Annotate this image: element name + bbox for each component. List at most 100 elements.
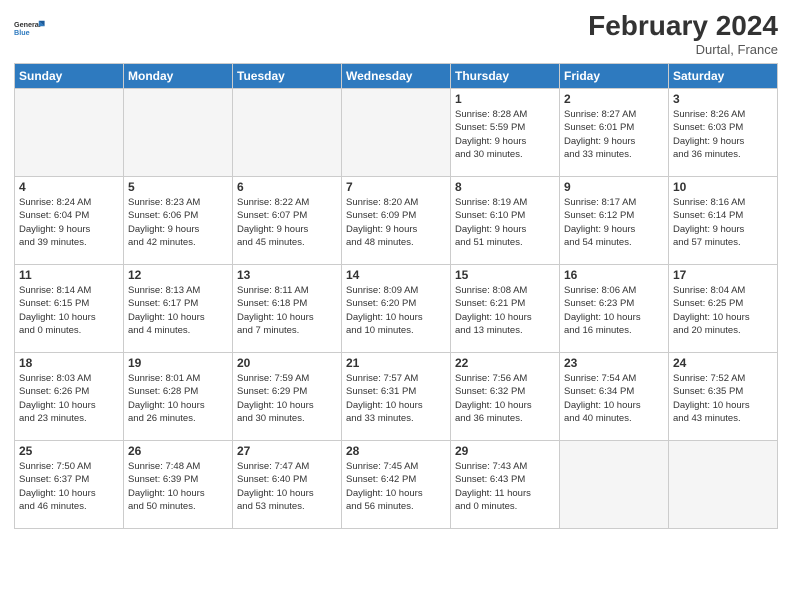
day-info: Sunrise: 8:24 AMSunset: 6:04 PMDaylight:…: [19, 196, 119, 249]
day-info: Sunrise: 7:43 AMSunset: 6:43 PMDaylight:…: [455, 460, 555, 513]
day-number: 3: [673, 92, 773, 106]
calendar-cell: 15Sunrise: 8:08 AMSunset: 6:21 PMDayligh…: [451, 265, 560, 353]
day-info: Sunrise: 8:23 AMSunset: 6:06 PMDaylight:…: [128, 196, 228, 249]
calendar-cell: 27Sunrise: 7:47 AMSunset: 6:40 PMDayligh…: [233, 441, 342, 529]
day-info: Sunrise: 8:16 AMSunset: 6:14 PMDaylight:…: [673, 196, 773, 249]
day-number: 16: [564, 268, 664, 282]
day-info: Sunrise: 8:28 AMSunset: 5:59 PMDaylight:…: [455, 108, 555, 161]
calendar-cell: [342, 89, 451, 177]
day-info: Sunrise: 7:50 AMSunset: 6:37 PMDaylight:…: [19, 460, 119, 513]
day-number: 29: [455, 444, 555, 458]
day-info: Sunrise: 8:11 AMSunset: 6:18 PMDaylight:…: [237, 284, 337, 337]
day-number: 13: [237, 268, 337, 282]
day-number: 17: [673, 268, 773, 282]
calendar-cell: 20 Sunrise: 7:59 AMSunset: 6:29 PMDayligh…: [233, 353, 342, 441]
day-info: Sunrise: 8:13 AMSunset: 6:17 PMDaylight:…: [128, 284, 228, 337]
day-number: 5: [128, 180, 228, 194]
day-info: Sunrise: 8:04 AMSunset: 6:25 PMDaylight:…: [673, 284, 773, 337]
calendar-cell: [124, 89, 233, 177]
calendar-cell: 3 Sunrise: 8:26 AMSunset: 6:03 PMDaylight…: [669, 89, 778, 177]
weekday-header: Tuesday: [233, 64, 342, 89]
day-number: 1: [455, 92, 555, 106]
weekday-header: Monday: [124, 64, 233, 89]
header: GeneralBlue February 2024 Durtal, France: [14, 10, 778, 57]
weekday-header: Friday: [560, 64, 669, 89]
calendar-cell: 12 Sunrise: 8:13 AMSunset: 6:17 PMDayligh…: [124, 265, 233, 353]
svg-text:Blue: Blue: [14, 28, 30, 37]
day-number: 10: [673, 180, 773, 194]
calendar-cell: 2Sunrise: 8:27 AMSunset: 6:01 PMDaylight…: [560, 89, 669, 177]
calendar-cell: 5 Sunrise: 8:23 AMSunset: 6:06 PMDaylight…: [124, 177, 233, 265]
day-number: 11: [19, 268, 119, 282]
calendar-cell: 23Sunrise: 7:54 AMSunset: 6:34 PMDayligh…: [560, 353, 669, 441]
calendar-cell: [233, 89, 342, 177]
calendar-table: SundayMondayTuesdayWednesdayThursdayFrid…: [14, 63, 778, 529]
calendar-cell: 16 Sunrise: 8:06 AMSunset: 6:23 PMDayligh…: [560, 265, 669, 353]
day-number: 20: [237, 356, 337, 370]
day-info: Sunrise: 7:48 AMSunset: 6:39 PMDaylight:…: [128, 460, 228, 513]
calendar-cell: 18 Sunrise: 8:03 AMSunset: 6:26 PMDayligh…: [15, 353, 124, 441]
calendar-cell: 8 Sunrise: 8:19 AMSunset: 6:10 PMDaylight…: [451, 177, 560, 265]
day-number: 19: [128, 356, 228, 370]
calendar-cell: [15, 89, 124, 177]
calendar-cell: 29 Sunrise: 7:43 AMSunset: 6:43 PMDayligh…: [451, 441, 560, 529]
weekday-header: Thursday: [451, 64, 560, 89]
month-title: February 2024: [588, 10, 778, 42]
calendar-cell: 17 Sunrise: 8:04 AMSunset: 6:25 PMDayligh…: [669, 265, 778, 353]
location: Durtal, France: [588, 42, 778, 57]
day-info: Sunrise: 7:45 AMSunset: 6:42 PMDaylight:…: [346, 460, 446, 513]
day-info: Sunrise: 7:59 AMSunset: 6:29 PMDaylight:…: [237, 372, 337, 425]
calendar-cell: 6 Sunrise: 8:22 AMSunset: 6:07 PMDaylight…: [233, 177, 342, 265]
day-number: 28: [346, 444, 446, 458]
day-info: Sunrise: 8:26 AMSunset: 6:03 PMDaylight:…: [673, 108, 773, 161]
day-info: Sunrise: 8:08 AMSunset: 6:21 PMDaylight:…: [455, 284, 555, 337]
calendar-week-row: 25Sunrise: 7:50 AMSunset: 6:37 PMDayligh…: [15, 441, 778, 529]
calendar-cell: 22Sunrise: 7:56 AMSunset: 6:32 PMDayligh…: [451, 353, 560, 441]
calendar-week-row: 18 Sunrise: 8:03 AMSunset: 6:26 PMDayligh…: [15, 353, 778, 441]
day-info: Sunrise: 7:54 AMSunset: 6:34 PMDaylight:…: [564, 372, 664, 425]
day-number: 14: [346, 268, 446, 282]
weekday-header: Wednesday: [342, 64, 451, 89]
day-number: 18: [19, 356, 119, 370]
logo: GeneralBlue: [14, 10, 54, 46]
calendar-cell: 19 Sunrise: 8:01 AMSunset: 6:28 PMDayligh…: [124, 353, 233, 441]
calendar-cell: 4 Sunrise: 8:24 AMSunset: 6:04 PMDaylight…: [15, 177, 124, 265]
calendar-header-row: SundayMondayTuesdayWednesdayThursdayFrid…: [15, 64, 778, 89]
weekday-header: Sunday: [15, 64, 124, 89]
calendar-cell: 10 Sunrise: 8:16 AMSunset: 6:14 PMDayligh…: [669, 177, 778, 265]
day-number: 4: [19, 180, 119, 194]
calendar-cell: 28 Sunrise: 7:45 AMSunset: 6:42 PMDayligh…: [342, 441, 451, 529]
calendar-week-row: 11 Sunrise: 8:14 AMSunset: 6:15 PMDayligh…: [15, 265, 778, 353]
day-info: Sunrise: 8:01 AMSunset: 6:28 PMDaylight:…: [128, 372, 228, 425]
day-info: Sunrise: 8:09 AMSunset: 6:20 PMDaylight:…: [346, 284, 446, 337]
calendar-cell: 7Sunrise: 8:20 AMSunset: 6:09 PMDaylight…: [342, 177, 451, 265]
day-info: Sunrise: 7:47 AMSunset: 6:40 PMDaylight:…: [237, 460, 337, 513]
day-info: Sunrise: 8:22 AMSunset: 6:07 PMDaylight:…: [237, 196, 337, 249]
page: GeneralBlue February 2024 Durtal, France…: [0, 0, 792, 612]
day-number: 26: [128, 444, 228, 458]
calendar-week-row: 1 Sunrise: 8:28 AMSunset: 5:59 PMDaylight…: [15, 89, 778, 177]
svg-text:General: General: [14, 20, 41, 29]
day-number: 9: [564, 180, 664, 194]
day-info: Sunrise: 7:57 AMSunset: 6:31 PMDaylight:…: [346, 372, 446, 425]
day-number: 12: [128, 268, 228, 282]
calendar-cell: 14 Sunrise: 8:09 AMSunset: 6:20 PMDayligh…: [342, 265, 451, 353]
day-number: 8: [455, 180, 555, 194]
day-info: Sunrise: 8:19 AMSunset: 6:10 PMDaylight:…: [455, 196, 555, 249]
day-info: Sunrise: 8:03 AMSunset: 6:26 PMDaylight:…: [19, 372, 119, 425]
calendar-cell: 1 Sunrise: 8:28 AMSunset: 5:59 PMDaylight…: [451, 89, 560, 177]
day-number: 21: [346, 356, 446, 370]
calendar-cell: 13 Sunrise: 8:11 AMSunset: 6:18 PMDayligh…: [233, 265, 342, 353]
calendar-cell: [560, 441, 669, 529]
day-number: 24: [673, 356, 773, 370]
day-info: Sunrise: 8:27 AMSunset: 6:01 PMDaylight:…: [564, 108, 664, 161]
calendar-cell: [669, 441, 778, 529]
day-number: 6: [237, 180, 337, 194]
day-info: Sunrise: 8:06 AMSunset: 6:23 PMDaylight:…: [564, 284, 664, 337]
calendar-cell: 11 Sunrise: 8:14 AMSunset: 6:15 PMDayligh…: [15, 265, 124, 353]
calendar-cell: 24Sunrise: 7:52 AMSunset: 6:35 PMDayligh…: [669, 353, 778, 441]
title-block: February 2024 Durtal, France: [588, 10, 778, 57]
day-info: Sunrise: 8:14 AMSunset: 6:15 PMDaylight:…: [19, 284, 119, 337]
day-info: Sunrise: 8:17 AMSunset: 6:12 PMDaylight:…: [564, 196, 664, 249]
calendar-week-row: 4 Sunrise: 8:24 AMSunset: 6:04 PMDaylight…: [15, 177, 778, 265]
